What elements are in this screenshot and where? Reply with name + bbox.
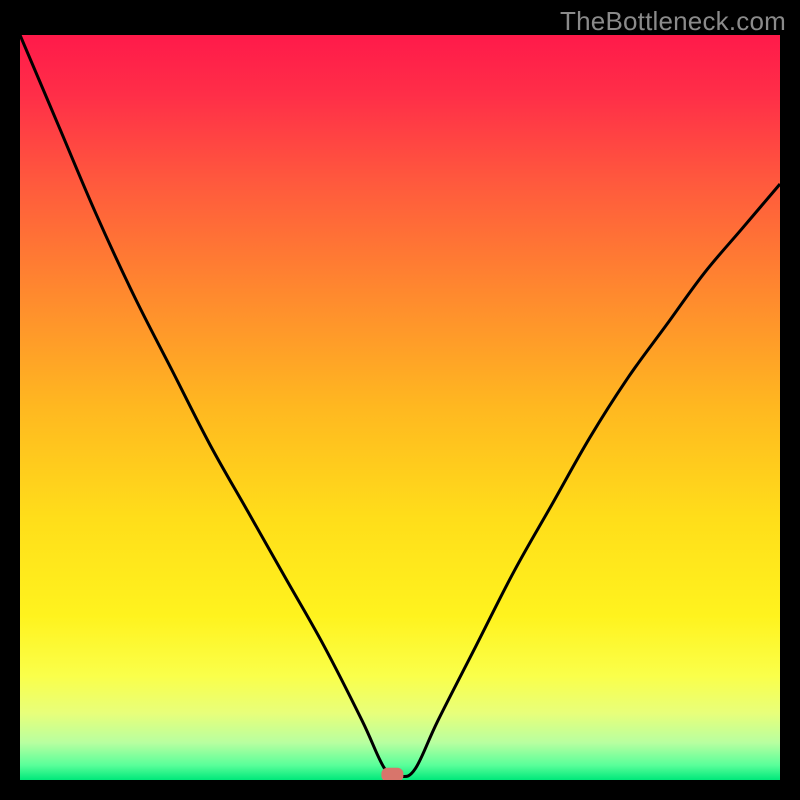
- watermark-text: TheBottleneck.com: [560, 6, 786, 37]
- plot-area: [20, 35, 780, 780]
- chart-frame: TheBottleneck.com: [0, 0, 800, 800]
- optimum-marker: [381, 768, 403, 780]
- chart-svg: [20, 35, 780, 780]
- gradient-background: [20, 35, 780, 780]
